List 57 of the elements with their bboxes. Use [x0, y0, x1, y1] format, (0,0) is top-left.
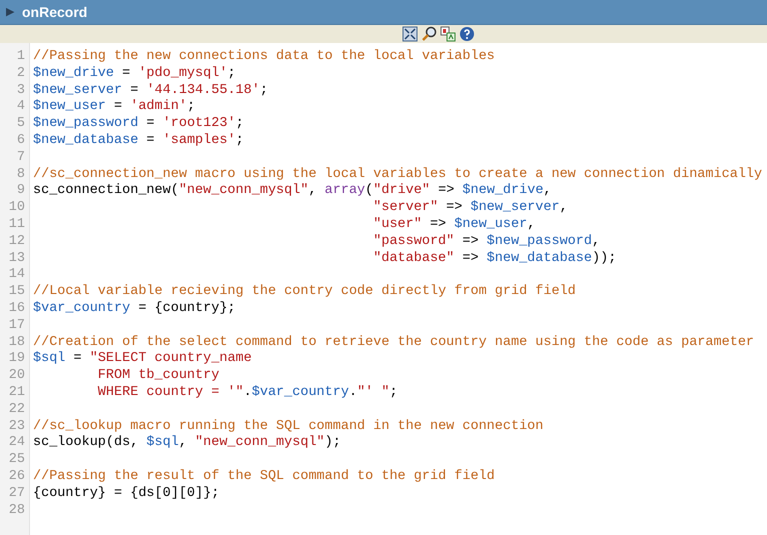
code-line: {country} = {ds[0][0]};	[33, 486, 220, 503]
line-number: 5	[16, 116, 25, 133]
code-line: //Passing the new connections data to the local variables	[33, 49, 495, 66]
code-line: $var_country = {country};	[33, 300, 236, 318]
line-number: 20	[8, 368, 25, 385]
line-number: 7	[16, 150, 25, 167]
line-number: 4	[16, 99, 25, 116]
line-number: 17	[8, 318, 25, 335]
line-number: 14	[8, 267, 25, 284]
search-icon[interactable]	[421, 26, 437, 42]
line-number: 22	[8, 402, 25, 419]
line-number: 16	[8, 300, 25, 318]
code-line: "user" => $new_user,	[373, 216, 536, 234]
code-line: $sql = "SELECT country_name	[33, 351, 252, 368]
line-number: 10	[8, 200, 25, 217]
panel-header[interactable]: ▶ onRecord	[0, 0, 767, 25]
line-number: 12	[8, 234, 25, 251]
code-line: WHERE country = '".$var_country."' ";	[96, 384, 398, 402]
code-line: $new_database = 'samples';	[33, 132, 244, 150]
line-number: 25	[8, 452, 25, 469]
code-line: "password" => $new_password,	[373, 234, 600, 251]
line-number: 27	[8, 486, 25, 503]
code-line: //Creation of the select command to retrieve the country name using the code as parameter	[33, 334, 754, 351]
line-number: 8	[16, 166, 25, 184]
line-number: 21	[8, 384, 25, 402]
line-number: 23	[8, 418, 25, 436]
code-line: //Local variable recieving the contry code directly from grid field	[33, 284, 576, 301]
code-line: "server" => $new_server,	[373, 200, 568, 217]
toggle-icon[interactable]: ▶	[6, 4, 14, 20]
code-line: //sc_connection_new macro using the local variables to create a new connection dinamically	[33, 166, 762, 183]
fullscreen-icon[interactable]	[402, 26, 418, 42]
line-number: 1	[16, 49, 25, 66]
line-number: 15	[8, 284, 25, 301]
code-line: $new_server = '44.134.55.18';	[33, 82, 268, 99]
code-line: $new_user = 'admin';	[33, 99, 196, 116]
code-line: //Passing the result of the SQL command to the grid field	[33, 468, 495, 486]
code-line: sc_lookup(ds, $sql, "new_conn_mysql");	[33, 435, 341, 452]
code-line: FROM tb_country	[96, 368, 220, 385]
code-line: "database" => $new_database));	[373, 250, 616, 268]
line-number: 6	[16, 132, 25, 150]
translate-icon[interactable]	[440, 26, 456, 42]
code-line: //sc_lookup macro running the SQL command in the new connection	[33, 418, 544, 435]
line-number: 3	[16, 82, 25, 100]
code-line: $new_drive = 'pdo_mysql';	[33, 66, 236, 83]
code-line: sc_connection_new("new_conn_mysql", array("drive" => $new_drive,	[33, 183, 552, 200]
line-number: 13	[8, 250, 25, 268]
line-number: 24	[8, 435, 25, 452]
line-number: 2	[16, 66, 25, 83]
line-number: 18	[8, 334, 25, 352]
line-number: 11	[8, 216, 25, 234]
line-number: 28	[8, 502, 25, 520]
line-number: 9	[16, 183, 25, 200]
help-icon[interactable]	[459, 26, 475, 42]
code-line: $new_password = 'root123';	[33, 116, 244, 133]
line-number: 26	[8, 468, 25, 486]
line-number: 19	[8, 351, 25, 368]
panel-title: onRecord	[22, 2, 88, 22]
